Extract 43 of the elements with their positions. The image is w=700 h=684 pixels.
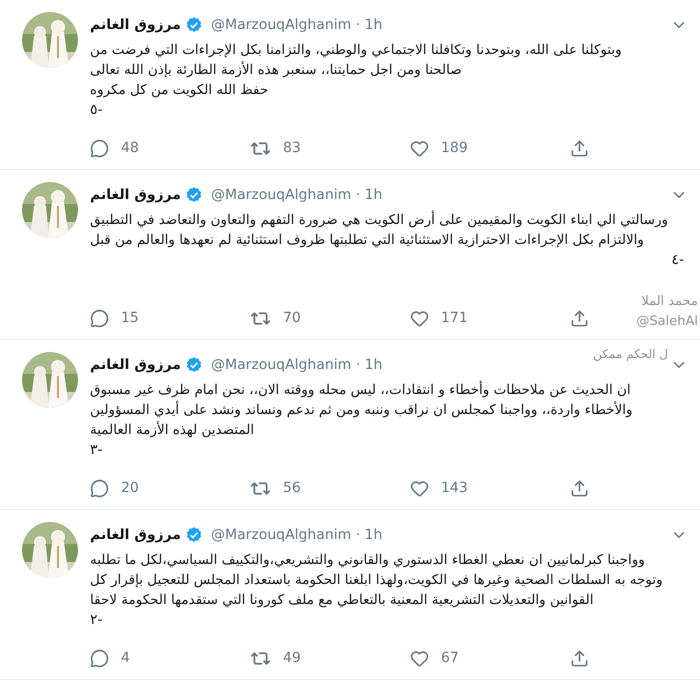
tweet-text: ان الحديث عن ملاحظات وأخطاء و انتقادات،، ليس محله ووقته الان،، نحن امام ظرف غير مسبوق والأخطاء واردة،، وواجبنا كمجلس ان نراقب وننبه ومن ثم ندعم ونساند ونشد على أيدي المسؤولين المتصدين لهذه الأزمة العالمية	[90, 380, 634, 440]
retweet-count: 83	[283, 139, 301, 158]
reply-icon[interactable]	[90, 139, 109, 158]
like-count: 67	[441, 649, 459, 668]
author-name[interactable]: مرزوق الغانم	[90, 14, 181, 36]
handle-and-time: @MarzouqAlghanim · 1h	[210, 356, 382, 374]
reply-count: 4	[121, 649, 130, 668]
reply-icon[interactable]	[90, 309, 109, 328]
like-count: 171	[441, 309, 468, 328]
tweet-text: وبتوكلنا على الله، وبتوحدنا وتكافلنا الاجتماعي والوطني، والتزامنا بكل الإجراءات التي فرضت من صالحنا ومن اجل حمايتنا،، سنعبر هذه الأزمة الطارئة بإذن الله تعالى حفظ الله الكويت من كل مكروه	[90, 41, 623, 100]
reply-count: 20	[121, 479, 139, 498]
thread-number: ٣-	[90, 441, 103, 460]
tweet-text: ورسالتي الي ابناء الكويت والمقيمين على أرض الكويت هي ضرورة التفهم والتعاون والتعاضد في التطبيق والالتزام بكل الإجراءات الاحترازية الاستثنائية التي تطلبتها ظروف استثنائية لم نعهدها والعالم من قبل	[90, 210, 670, 250]
retweet-count: 56	[283, 479, 301, 498]
like-icon[interactable]	[410, 139, 429, 158]
share-icon[interactable]	[570, 309, 589, 328]
like-count: 143	[441, 479, 468, 498]
overlay-handle: @SalehAl	[636, 312, 698, 330]
reply-count: 48	[121, 139, 139, 158]
like-icon[interactable]	[410, 649, 429, 668]
thread-number: ٤-	[671, 251, 684, 270]
author-name[interactable]: مرزوق الغانم	[90, 524, 181, 546]
like-count: 189	[441, 139, 468, 158]
overlay-name: محمد الملا	[641, 293, 698, 311]
thread-number: ٥-	[90, 101, 103, 120]
reply-count: 15	[121, 309, 139, 328]
author-name[interactable]: مرزوق الغانم	[90, 354, 181, 376]
handle-and-time: @MarzouqAlghanim · 1h	[210, 16, 382, 34]
overlay-snippet: ل الحكم ممكن	[593, 346, 668, 363]
handle-and-time: @MarzouqAlghanim · 1h	[210, 526, 382, 544]
handle-and-time: @MarzouqAlghanim · 1h	[210, 186, 382, 204]
retweet-count: 49	[283, 649, 301, 668]
share-icon[interactable]	[570, 649, 589, 668]
like-icon[interactable]	[410, 309, 429, 328]
retweet-count: 70	[283, 309, 301, 328]
share-icon[interactable]	[570, 139, 589, 158]
like-icon[interactable]	[410, 479, 429, 498]
share-icon[interactable]	[570, 479, 589, 498]
tweet-text: وواجبنا كبرلمانيين ان نعطي الغطاء الدستوري والقانوني والتشريعي،والتكييف السياسي،لكل ما تطلبه وتوجه به السلطات الصحية وغيرها في الكويت،ولهذا ابلغنا الحكومة باستعداد المجلس للتعجيل بإقرار كل القوانين والتعديلات التشريعية المعنية بالتعاطي مع ملف كورونا التي ستقدمها الحكومة لاحقا	[90, 551, 664, 610]
reply-icon[interactable]	[90, 479, 109, 498]
thread-number: ٢-	[90, 611, 103, 630]
author-name[interactable]: مرزوق الغانم	[90, 184, 181, 206]
reply-icon[interactable]	[90, 649, 109, 668]
